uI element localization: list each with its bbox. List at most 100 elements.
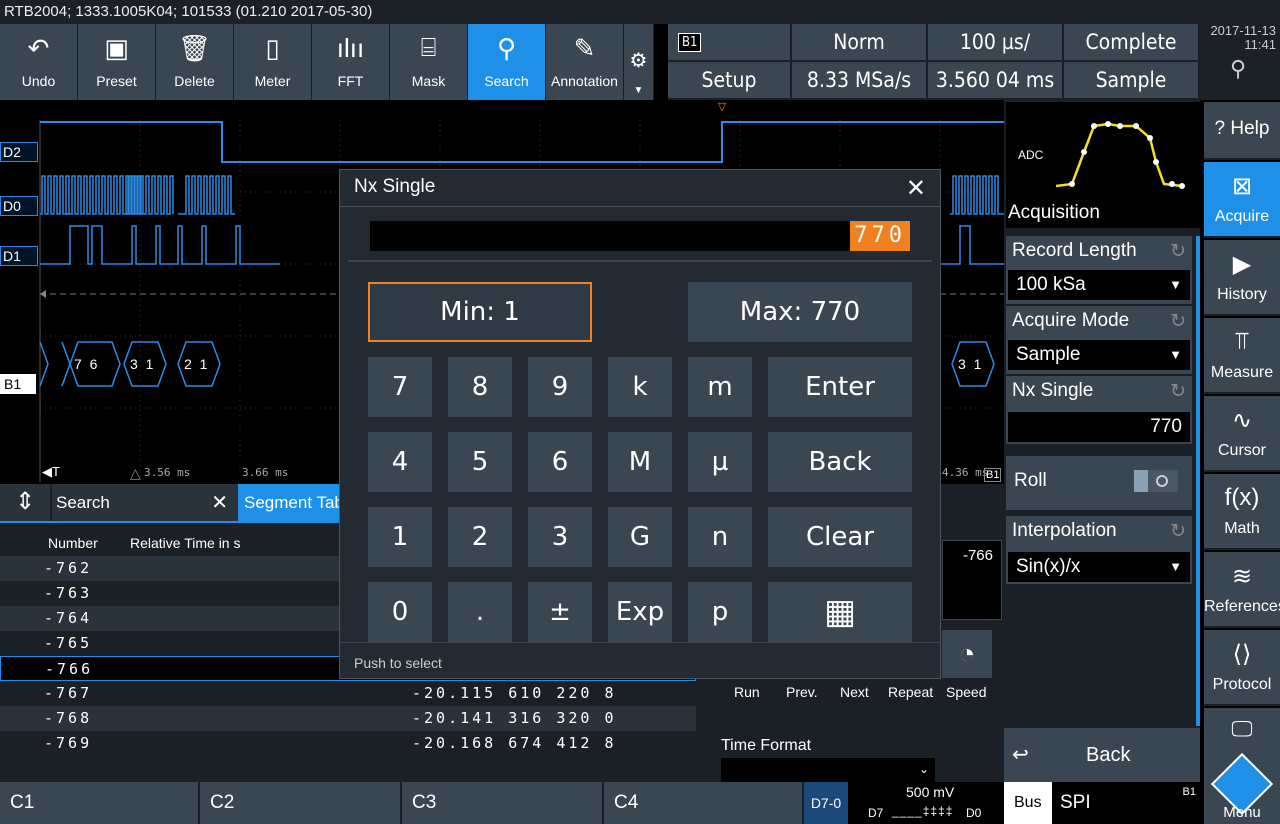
channel-c3[interactable]: C3 <box>402 782 604 824</box>
menu-protocol[interactable]: ⟨⟩ Protocol <box>1204 630 1280 706</box>
key-button[interactable]: Exp <box>608 582 672 642</box>
preset-icon: ▣ <box>104 32 129 63</box>
menu-button[interactable]: Menu <box>1204 750 1280 824</box>
reset-icon[interactable]: ↻ <box>1170 240 1186 263</box>
close-icon[interactable]: ✕ <box>211 484 228 522</box>
resize-arrows-icon[interactable]: ⇕ <box>0 484 50 522</box>
settings-button[interactable]: ⚙ ▼ <box>624 24 654 100</box>
menu-history[interactable]: ▶ History <box>1204 240 1280 316</box>
record-length-select[interactable]: 100 kSa ▼ <box>1008 270 1190 300</box>
timebase[interactable]: 100 µs/ <box>928 24 1064 62</box>
table-row[interactable]: -768 -20.141 316 320 0 <box>0 706 696 731</box>
annotation-button[interactable]: ✎ Annotation <box>546 24 624 100</box>
reset-icon[interactable]: ↻ <box>1170 520 1186 543</box>
menu-help[interactable]: ? Help <box>1204 102 1280 160</box>
calculator-icon[interactable]: ▦ <box>768 582 912 642</box>
menu-measure[interactable]: ⫪ Measure <box>1204 318 1280 394</box>
time-label: 4.36 ms <box>942 466 989 479</box>
time-label: 3.66 ms <box>242 466 289 479</box>
segment-table-tab[interactable]: Segment Table <box>238 484 340 522</box>
value-input[interactable]: 770 <box>850 221 910 251</box>
key-button[interactable]: M <box>608 432 672 492</box>
key-button[interactable]: 8 <box>448 357 512 417</box>
interpolation-select[interactable]: Sin(x)/x ▼ <box>1008 552 1190 582</box>
prev-button[interactable]: Prev. <box>786 684 818 700</box>
roll-toggle[interactable] <box>1134 470 1178 492</box>
speed-gauge-icon[interactable]: ◔ <box>942 630 992 678</box>
logic-bits-icon: ____‡‡‡‡ <box>892 804 954 818</box>
key-button[interactable]: 7 <box>368 357 432 417</box>
key-button[interactable]: m <box>688 357 752 417</box>
enter-button[interactable]: Enter <box>768 357 912 417</box>
segment-value-box: -766 <box>942 540 1002 620</box>
record-length-label: Record Length <box>1012 240 1137 261</box>
delete-button[interactable]: 🗑 Delete <box>156 24 234 100</box>
reset-icon[interactable]: ↻ <box>1170 380 1186 403</box>
menu-references[interactable]: ≋ References <box>1204 552 1280 628</box>
scrollbar[interactable] <box>1196 236 1200 726</box>
key-button[interactable]: n <box>688 507 752 567</box>
key-button[interactable]: 2 <box>448 507 512 567</box>
min-button[interactable]: Min: 1 <box>368 282 592 342</box>
search-button[interactable]: ⚲ Search <box>468 24 546 100</box>
acq-status: Complete <box>1064 24 1200 62</box>
channel-d1-label[interactable]: D1 <box>0 246 38 266</box>
back-button[interactable]: ↩ Back <box>1004 728 1200 782</box>
key-button[interactable]: 3 <box>528 507 592 567</box>
table-row[interactable]: -767 -20.115 610 220 8 <box>0 681 696 706</box>
cursor-icon: ∿ <box>1231 407 1253 434</box>
c3-label: C3 <box>412 792 437 813</box>
meter-button[interactable]: ▯ Meter <box>234 24 312 100</box>
channel-c4[interactable]: C4 <box>604 782 804 824</box>
toolbar-label: Mask <box>411 73 446 89</box>
table-row[interactable]: -769 -20.168 674 412 8 <box>0 731 696 756</box>
close-icon[interactable]: ✕ <box>906 174 926 203</box>
trigger-mode[interactable]: Norm <box>792 24 928 62</box>
time-format-select[interactable]: ⌄ <box>721 758 935 782</box>
key-button[interactable]: 1 <box>368 507 432 567</box>
mask-button[interactable]: ⌸ Mask <box>390 24 468 100</box>
undo-button[interactable]: ↶ Undo <box>0 24 78 100</box>
speed-button[interactable]: Speed <box>946 684 986 700</box>
key-button[interactable]: ± <box>528 582 592 642</box>
row-time: -20.115 610 220 8 <box>412 684 617 702</box>
menu-acquire[interactable]: ⊠ Acquire <box>1204 162 1280 238</box>
preset-button[interactable]: ▣ Preset <box>78 24 156 100</box>
key-button[interactable]: p <box>688 582 752 642</box>
fft-button[interactable]: ılıı FFT <box>312 24 390 100</box>
key-button[interactable]: 6 <box>528 432 592 492</box>
bus-badge-box[interactable]: B1 <box>668 24 792 62</box>
search-tab[interactable]: Search ✕ <box>52 484 238 522</box>
setup-button[interactable]: Setup <box>668 62 792 100</box>
menu-math[interactable]: f(x) Math <box>1204 474 1280 550</box>
bus-b1-label[interactable]: B1 <box>0 374 36 394</box>
logic-channel-box[interactable]: D7-0 500 mV D7 ____‡‡‡‡ D0 <box>804 782 1004 824</box>
spi-label: SPI <box>1052 782 1200 824</box>
nx-single-field[interactable]: 770 <box>1008 412 1190 442</box>
run-button[interactable]: Run <box>734 684 760 700</box>
back-key-button[interactable]: Back <box>768 432 912 492</box>
clear-button[interactable]: Clear <box>768 507 912 567</box>
channel-d0-label[interactable]: D0 <box>0 196 38 216</box>
repeat-button[interactable]: Repeat <box>888 684 933 700</box>
menu-cursor[interactable]: ∿ Cursor <box>1204 396 1280 472</box>
key-button[interactable]: 0 <box>368 582 432 642</box>
undo-icon: ↶ <box>27 32 50 63</box>
value-display: 770 <box>370 221 910 251</box>
key-button[interactable]: µ <box>688 432 752 492</box>
acquire-mode-select[interactable]: Sample ▼ <box>1008 340 1190 370</box>
channel-c2[interactable]: C2 <box>200 782 402 824</box>
channel-c1[interactable]: C1 <box>0 782 200 824</box>
key-button[interactable]: 4 <box>368 432 432 492</box>
channel-d2-label[interactable]: D2 <box>0 142 38 162</box>
key-button[interactable]: k <box>608 357 672 417</box>
next-button[interactable]: Next <box>840 684 869 700</box>
key-button[interactable]: G <box>608 507 672 567</box>
key-button[interactable]: . <box>448 582 512 642</box>
reset-icon[interactable]: ↻ <box>1170 310 1186 333</box>
bus-box[interactable]: Bus SPI B1 <box>1004 782 1200 824</box>
key-button[interactable]: 5 <box>448 432 512 492</box>
max-button[interactable]: Max: 770 <box>688 282 912 342</box>
acq-type[interactable]: Sample <box>1064 62 1200 100</box>
key-button[interactable]: 9 <box>528 357 592 417</box>
